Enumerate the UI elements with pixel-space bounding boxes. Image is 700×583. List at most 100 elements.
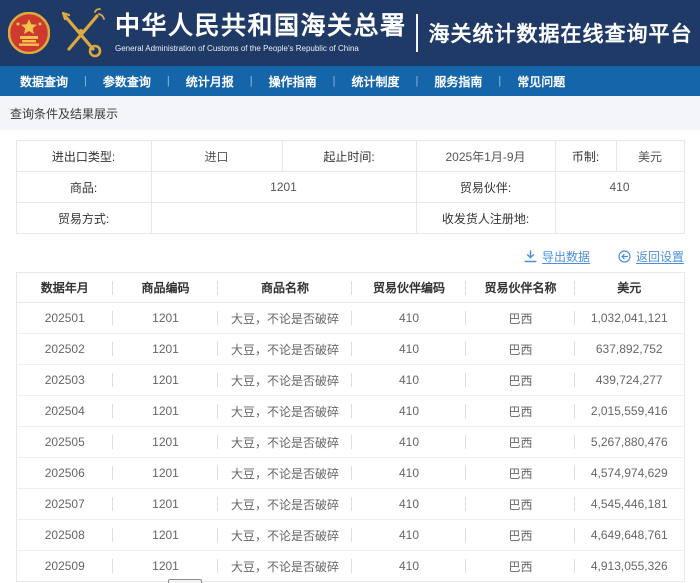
nav-separator: | (333, 75, 336, 87)
col-header-commodity-code: 商品编码 (113, 273, 218, 303)
cell-commodity-code: 1201 (113, 458, 218, 489)
col-header-data-month: 数据年月 (16, 273, 113, 303)
cell-usd-value: 5,267,880,476 (575, 427, 684, 458)
cell-partner-code: 410 (352, 427, 466, 458)
query-conditions-table: 进出口类型: 进口 起止时间: 2025年1月-9月 币制: 美元 商品: 12… (16, 140, 685, 234)
conditions-row-1: 进出口类型: 进口 起止时间: 2025年1月-9月 币制: 美元 (16, 141, 684, 172)
import-export-type-value: 进口 (151, 141, 282, 172)
cell-partner-name: 巴西 (466, 520, 575, 551)
national-emblem-icon (8, 12, 50, 54)
back-to-settings-button[interactable]: 返回设置 (618, 248, 684, 265)
trade-partner-label: 贸易伙伴: (416, 172, 555, 203)
table-row: 202508 1201 大豆，不论是否破碎 410 巴西 4,649,648,7… (16, 520, 684, 551)
cell-commodity-name: 大豆，不论是否破碎 (218, 365, 352, 396)
platform-title: 海关统计数据在线查询平台 (429, 18, 693, 48)
conditions-row-2: 商品: 1201 贸易伙伴: 410 (16, 172, 684, 203)
cell-data-month: 202509 (16, 551, 113, 582)
cell-commodity-name: 大豆，不论是否破碎 (218, 458, 352, 489)
results-header-row: 数据年月 商品编码 商品名称 贸易伙伴编码 贸易伙伴名称 美元 (16, 273, 684, 303)
results-toolbar: 导出数据 返回设置 (16, 247, 684, 265)
cell-partner-code: 410 (352, 551, 466, 582)
cell-data-month: 202506 (16, 458, 113, 489)
currency-value: 美元 (616, 141, 684, 172)
nav-item-statistics-system[interactable]: 统计制度 (352, 73, 400, 90)
cell-usd-value: 637,892,752 (575, 334, 684, 365)
cell-usd-value: 4,913,055,326 (575, 551, 684, 582)
pagination-partial-control[interactable] (168, 579, 202, 583)
table-row: 202501 1201 大豆，不论是否破碎 410 巴西 1,032,041,1… (16, 303, 684, 334)
cell-commodity-name: 大豆，不论是否破碎 (218, 396, 352, 427)
cell-commodity-name: 大豆，不论是否破碎 (218, 334, 352, 365)
col-header-partner-name: 贸易伙伴名称 (466, 273, 575, 303)
cell-commodity-code: 1201 (113, 427, 218, 458)
cell-partner-code: 410 (352, 489, 466, 520)
cell-partner-code: 410 (352, 396, 466, 427)
cell-commodity-code: 1201 (113, 303, 218, 334)
commodity-label: 商品: (16, 172, 151, 203)
cell-commodity-code: 1201 (113, 520, 218, 551)
cell-data-month: 202501 (16, 303, 113, 334)
import-export-type-label: 进出口类型: (16, 141, 151, 172)
nav-item-service-guide[interactable]: 服务指南 (434, 73, 482, 90)
table-row: 202507 1201 大豆，不论是否破碎 410 巴西 4,545,446,1… (16, 489, 684, 520)
export-data-label: 导出数据 (542, 248, 590, 265)
top-banner: 中华人民共和国海关总署 General Administration of Cu… (0, 0, 700, 66)
banner-divider (416, 14, 418, 52)
date-range-value: 2025年1月-9月 (416, 141, 555, 172)
cell-data-month: 202504 (16, 396, 113, 427)
cell-data-month: 202502 (16, 334, 113, 365)
nav-item-operation-guide[interactable]: 操作指南 (269, 73, 317, 90)
cell-usd-value: 4,545,446,181 (575, 489, 684, 520)
results-table: 数据年月 商品编码 商品名称 贸易伙伴编码 贸易伙伴名称 美元 202501 1… (16, 272, 685, 582)
download-icon (524, 250, 537, 263)
cell-partner-code: 410 (352, 334, 466, 365)
cell-partner-name: 巴西 (466, 458, 575, 489)
cell-partner-code: 410 (352, 458, 466, 489)
nav-separator: | (84, 75, 87, 87)
cell-partner-name: 巴西 (466, 489, 575, 520)
conditions-row-3: 贸易方式: 收发货人注册地: (16, 203, 684, 234)
nav-separator: | (167, 75, 170, 87)
cell-commodity-code: 1201 (113, 551, 218, 582)
nav-separator: | (416, 75, 419, 87)
cell-commodity-name: 大豆，不论是否破碎 (218, 520, 352, 551)
return-icon (618, 250, 631, 263)
col-header-commodity-name: 商品名称 (218, 273, 352, 303)
nav-item-data-query[interactable]: 数据查询 (20, 73, 68, 90)
commodity-value: 1201 (151, 172, 416, 203)
main-nav: 数据查询 | 参数查询 | 统计月报 | 操作指南 | 统计制度 | 服务指南 … (0, 66, 700, 96)
date-range-label: 起止时间: (282, 141, 416, 172)
table-row: 202504 1201 大豆，不论是否破碎 410 巴西 2,015,559,4… (16, 396, 684, 427)
cell-commodity-name: 大豆，不论是否破碎 (218, 489, 352, 520)
table-row: 202509 1201 大豆，不论是否破碎 410 巴西 4,913,055,3… (16, 551, 684, 582)
table-row: 202505 1201 大豆，不论是否破碎 410 巴西 5,267,880,4… (16, 427, 684, 458)
cell-partner-name: 巴西 (466, 303, 575, 334)
cell-partner-code: 410 (352, 520, 466, 551)
col-header-partner-code: 贸易伙伴编码 (352, 273, 466, 303)
trade-mode-value (151, 203, 416, 234)
table-row: 202503 1201 大豆，不论是否破碎 410 巴西 439,724,277 (16, 365, 684, 396)
cell-partner-code: 410 (352, 303, 466, 334)
customs-key-icon (55, 7, 107, 59)
cell-usd-value: 439,724,277 (575, 365, 684, 396)
export-data-button[interactable]: 导出数据 (524, 248, 590, 265)
back-to-settings-label: 返回设置 (636, 248, 684, 265)
trade-mode-label: 贸易方式: (16, 203, 151, 234)
cell-partner-name: 巴西 (466, 551, 575, 582)
registration-place-value (555, 203, 684, 234)
cell-commodity-name: 大豆，不论是否破碎 (218, 551, 352, 582)
nav-item-faq[interactable]: 常见问题 (517, 73, 565, 90)
cell-partner-name: 巴西 (466, 365, 575, 396)
nav-separator: | (498, 75, 501, 87)
cell-partner-code: 410 (352, 365, 466, 396)
nav-item-param-query[interactable]: 参数查询 (103, 73, 151, 90)
cell-partner-name: 巴西 (466, 334, 575, 365)
nav-item-monthly-report[interactable]: 统计月报 (186, 73, 234, 90)
cell-usd-value: 1,032,041,121 (575, 303, 684, 334)
cell-commodity-code: 1201 (113, 365, 218, 396)
nav-separator: | (250, 75, 253, 87)
org-subtitle: General Administration of Customs of the… (115, 44, 407, 53)
org-title: 中华人民共和国海关总署 (115, 13, 407, 41)
cell-data-month: 202503 (16, 365, 113, 396)
cell-commodity-code: 1201 (113, 396, 218, 427)
